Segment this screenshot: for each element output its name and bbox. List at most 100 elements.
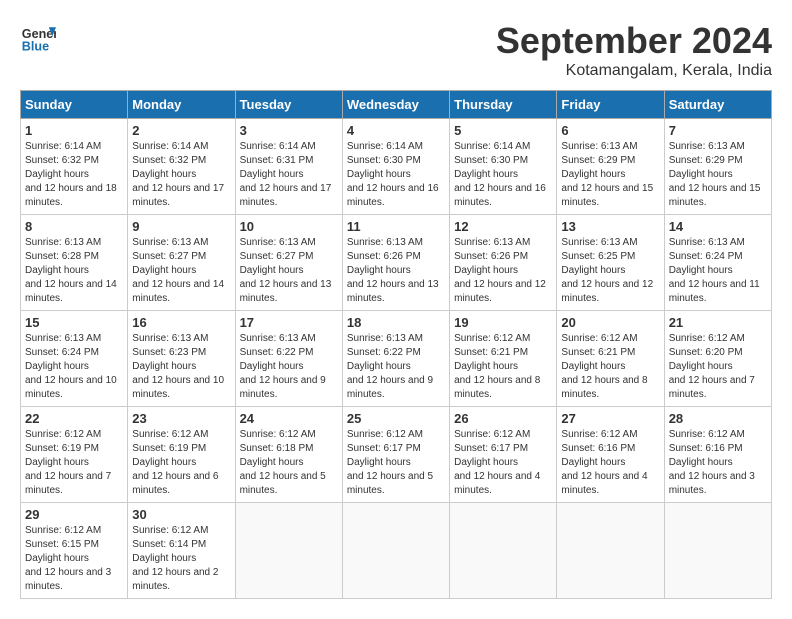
day-number: 3 [240, 123, 338, 138]
table-row: 23 Sunrise: 6:12 AMSunset: 6:19 PMDayligh… [128, 407, 235, 503]
day-info: Sunrise: 6:14 AMSunset: 6:30 PMDaylight … [347, 140, 445, 210]
day-number: 23 [132, 411, 230, 426]
day-number: 16 [132, 315, 230, 330]
day-number: 6 [561, 123, 659, 138]
day-info: Sunrise: 6:12 AMSunset: 6:15 PMDaylight … [25, 524, 123, 594]
day-number: 7 [669, 123, 767, 138]
day-number: 14 [669, 219, 767, 234]
day-number: 10 [240, 219, 338, 234]
header-thursday: Thursday [450, 91, 557, 119]
month-title: September 2024 [496, 20, 772, 62]
table-row [342, 503, 449, 599]
day-number: 22 [25, 411, 123, 426]
table-row: 19 Sunrise: 6:12 AMSunset: 6:21 PMDayligh… [450, 311, 557, 407]
day-info: Sunrise: 6:12 AMSunset: 6:16 PMDaylight … [561, 428, 659, 498]
day-info: Sunrise: 6:13 AMSunset: 6:24 PMDaylight … [25, 332, 123, 402]
logo-icon: General Blue [20, 20, 56, 56]
table-row: 16 Sunrise: 6:13 AMSunset: 6:23 PMDayligh… [128, 311, 235, 407]
day-info: Sunrise: 6:14 AMSunset: 6:31 PMDaylight … [240, 140, 338, 210]
day-number: 30 [132, 507, 230, 522]
table-row: 15 Sunrise: 6:13 AMSunset: 6:24 PMDayligh… [21, 311, 128, 407]
day-info: Sunrise: 6:13 AMSunset: 6:23 PMDaylight … [132, 332, 230, 402]
day-number: 19 [454, 315, 552, 330]
day-info: Sunrise: 6:12 AMSunset: 6:18 PMDaylight … [240, 428, 338, 498]
day-info: Sunrise: 6:13 AMSunset: 6:29 PMDaylight … [669, 140, 767, 210]
table-row: 29 Sunrise: 6:12 AMSunset: 6:15 PMDayligh… [21, 503, 128, 599]
table-row: 20 Sunrise: 6:12 AMSunset: 6:21 PMDayligh… [557, 311, 664, 407]
day-number: 24 [240, 411, 338, 426]
header-tuesday: Tuesday [235, 91, 342, 119]
table-row: 27 Sunrise: 6:12 AMSunset: 6:16 PMDayligh… [557, 407, 664, 503]
table-row: 17 Sunrise: 6:13 AMSunset: 6:22 PMDayligh… [235, 311, 342, 407]
table-row: 6 Sunrise: 6:13 AMSunset: 6:29 PMDaylight… [557, 119, 664, 215]
page-header: General Blue September 2024 Kotamangalam… [20, 20, 772, 80]
table-row: 9 Sunrise: 6:13 AMSunset: 6:27 PMDaylight… [128, 215, 235, 311]
title-block: September 2024 Kotamangalam, Kerala, Ind… [496, 20, 772, 80]
day-number: 25 [347, 411, 445, 426]
logo: General Blue [20, 20, 56, 56]
day-info: Sunrise: 6:13 AMSunset: 6:27 PMDaylight … [240, 236, 338, 306]
day-info: Sunrise: 6:13 AMSunset: 6:28 PMDaylight … [25, 236, 123, 306]
day-info: Sunrise: 6:12 AMSunset: 6:17 PMDaylight … [454, 428, 552, 498]
day-info: Sunrise: 6:13 AMSunset: 6:25 PMDaylight … [561, 236, 659, 306]
day-number: 28 [669, 411, 767, 426]
header-saturday: Saturday [664, 91, 771, 119]
day-info: Sunrise: 6:14 AMSunset: 6:32 PMDaylight … [25, 140, 123, 210]
day-info: Sunrise: 6:13 AMSunset: 6:29 PMDaylight … [561, 140, 659, 210]
table-row: 11 Sunrise: 6:13 AMSunset: 6:26 PMDayligh… [342, 215, 449, 311]
day-info: Sunrise: 6:12 AMSunset: 6:21 PMDaylight … [454, 332, 552, 402]
table-row [450, 503, 557, 599]
day-number: 17 [240, 315, 338, 330]
table-row: 8 Sunrise: 6:13 AMSunset: 6:28 PMDaylight… [21, 215, 128, 311]
table-row: 13 Sunrise: 6:13 AMSunset: 6:25 PMDayligh… [557, 215, 664, 311]
day-info: Sunrise: 6:12 AMSunset: 6:19 PMDaylight … [25, 428, 123, 498]
day-info: Sunrise: 6:13 AMSunset: 6:22 PMDaylight … [240, 332, 338, 402]
day-info: Sunrise: 6:13 AMSunset: 6:26 PMDaylight … [454, 236, 552, 306]
header-sunday: Sunday [21, 91, 128, 119]
table-row: 4 Sunrise: 6:14 AMSunset: 6:30 PMDaylight… [342, 119, 449, 215]
day-info: Sunrise: 6:13 AMSunset: 6:27 PMDaylight … [132, 236, 230, 306]
day-info: Sunrise: 6:12 AMSunset: 6:16 PMDaylight … [669, 428, 767, 498]
day-info: Sunrise: 6:13 AMSunset: 6:24 PMDaylight … [669, 236, 767, 306]
day-number: 15 [25, 315, 123, 330]
table-row: 10 Sunrise: 6:13 AMSunset: 6:27 PMDayligh… [235, 215, 342, 311]
table-row: 5 Sunrise: 6:14 AMSunset: 6:30 PMDaylight… [450, 119, 557, 215]
day-info: Sunrise: 6:12 AMSunset: 6:19 PMDaylight … [132, 428, 230, 498]
day-number: 4 [347, 123, 445, 138]
day-number: 21 [669, 315, 767, 330]
table-row: 26Sunrise: 6:12 AMSunset: 6:17 PMDayligh… [450, 407, 557, 503]
day-info: Sunrise: 6:12 AMSunset: 6:21 PMDaylight … [561, 332, 659, 402]
day-number: 29 [25, 507, 123, 522]
table-row: 30Sunrise: 6:12 AMSunset: 6:14 PMDayligh… [128, 503, 235, 599]
svg-text:Blue: Blue [22, 40, 49, 54]
header-monday: Monday [128, 91, 235, 119]
day-info: Sunrise: 6:14 AMSunset: 6:30 PMDaylight … [454, 140, 552, 210]
table-row: 3 Sunrise: 6:14 AMSunset: 6:31 PMDaylight… [235, 119, 342, 215]
table-row: 14 Sunrise: 6:13 AMSunset: 6:24 PMDayligh… [664, 215, 771, 311]
day-number: 27 [561, 411, 659, 426]
day-info: Sunrise: 6:12 AMSunset: 6:17 PMDaylight … [347, 428, 445, 498]
day-number: 12 [454, 219, 552, 234]
day-info: Sunrise: 6:13 AMSunset: 6:26 PMDaylight … [347, 236, 445, 306]
table-row [664, 503, 771, 599]
day-number: 2 [132, 123, 230, 138]
day-info: Sunrise: 6:12 AMSunset: 6:20 PMDaylight … [669, 332, 767, 402]
table-row: 18Sunrise: 6:13 AMSunset: 6:22 PMDayligh… [342, 311, 449, 407]
table-row: 25 Sunrise: 6:12 AMSunset: 6:17 PMDayligh… [342, 407, 449, 503]
table-row: 28 Sunrise: 6:12 AMSunset: 6:16 PMDayligh… [664, 407, 771, 503]
calendar-table: Sunday Monday Tuesday Wednesday Thursday… [20, 90, 772, 599]
day-number: 13 [561, 219, 659, 234]
table-row: 24 Sunrise: 6:12 AMSunset: 6:18 PMDayligh… [235, 407, 342, 503]
day-info: Sunrise: 6:14 AMSunset: 6:32 PMDaylight … [132, 140, 230, 210]
day-number: 1 [25, 123, 123, 138]
day-number: 20 [561, 315, 659, 330]
table-row [557, 503, 664, 599]
day-number: 8 [25, 219, 123, 234]
day-number: 11 [347, 219, 445, 234]
table-row: 2 Sunrise: 6:14 AMSunset: 6:32 PMDaylight… [128, 119, 235, 215]
header-wednesday: Wednesday [342, 91, 449, 119]
day-number: 18 [347, 315, 445, 330]
day-number: 9 [132, 219, 230, 234]
day-number: 5 [454, 123, 552, 138]
location: Kotamangalam, Kerala, India [496, 62, 772, 80]
